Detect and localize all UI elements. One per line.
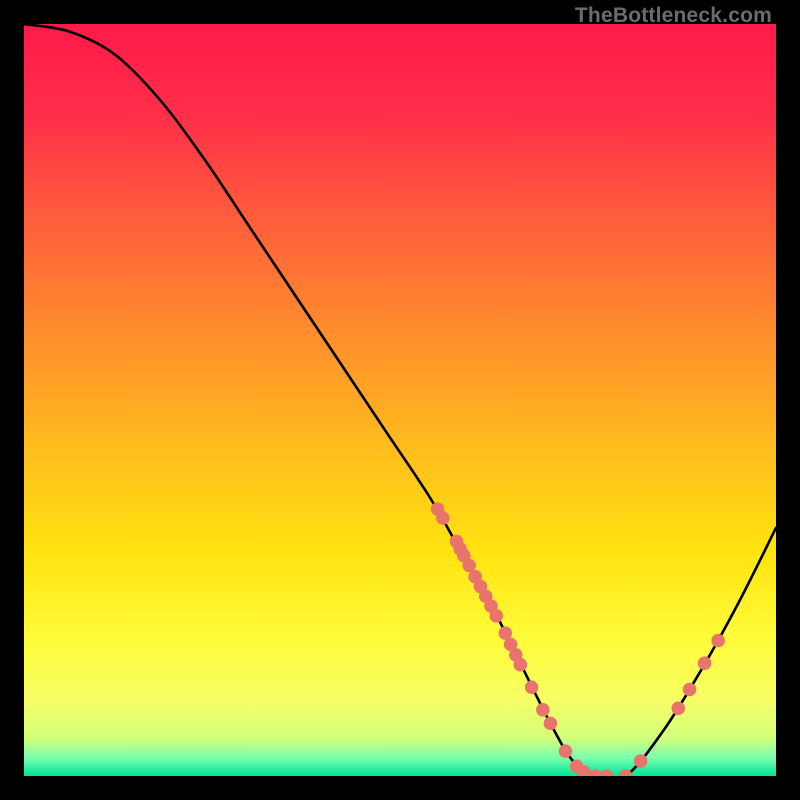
data-marker: [698, 656, 712, 670]
data-marker: [634, 754, 648, 768]
data-marker: [536, 703, 550, 717]
data-marker: [711, 634, 725, 648]
data-marker: [671, 702, 685, 716]
marker-group: [431, 502, 725, 776]
data-marker: [683, 683, 697, 697]
data-marker: [436, 511, 450, 525]
data-marker: [489, 609, 503, 623]
plot-area: [24, 24, 776, 776]
data-marker: [544, 717, 558, 731]
curve-layer: [24, 24, 776, 776]
data-marker: [600, 769, 614, 776]
chart-container: TheBottleneck.com: [0, 0, 800, 800]
data-marker: [514, 658, 528, 672]
bottleneck-curve: [24, 24, 776, 776]
data-marker: [619, 769, 633, 776]
data-marker: [559, 744, 573, 758]
data-marker: [525, 680, 539, 694]
